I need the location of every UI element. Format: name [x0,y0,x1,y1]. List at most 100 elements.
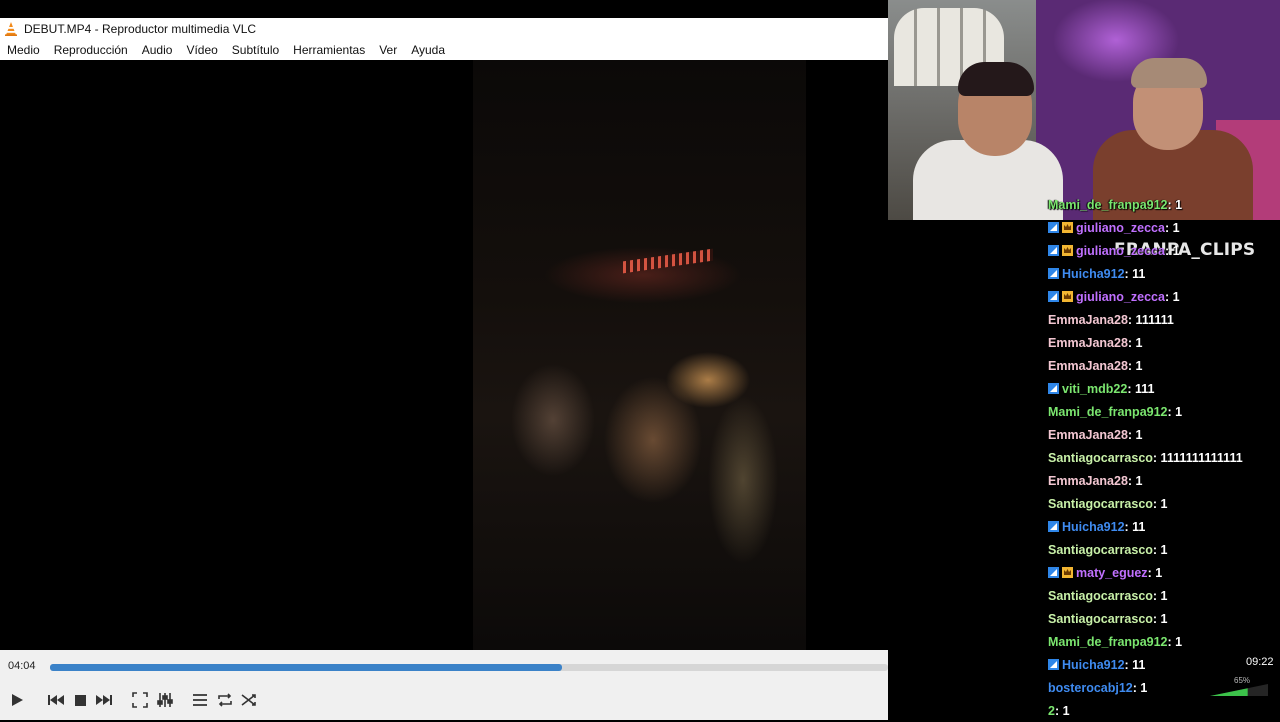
chat-text: : 1 [1164,220,1180,235]
string-lights [623,248,713,274]
menu-reproduccion[interactable]: Reproducción [47,43,135,57]
previous-button[interactable] [46,690,66,710]
vlc-cone-icon [5,22,17,36]
prime-icon [1048,659,1059,670]
chat-message: EmmaJana28 : 1 [1044,469,1280,492]
playback-controls: 04:04 [0,650,888,720]
chat-username[interactable]: Huicha912 [1062,267,1125,281]
chat-username[interactable]: EmmaJana28 [1048,336,1128,350]
chat-text: : 1 [1164,289,1180,304]
chat-message: Santiagocarrasco : 1 [1044,492,1280,515]
chat-text: : 111111 [1127,312,1174,327]
stop-button[interactable] [70,690,90,710]
chat-username[interactable]: maty_eguez [1076,566,1148,580]
chat-username[interactable]: EmmaJana28 [1048,313,1128,327]
chat-text: : 1 [1127,427,1143,442]
menu-ayuda[interactable]: Ayuda [404,43,452,57]
chat-username[interactable]: giuliano_zecca [1076,290,1165,304]
chat-username[interactable]: viti_mdb22 [1062,382,1127,396]
menu-bar: Medio Reproducción Audio Vídeo Subtítulo… [0,40,888,60]
chat-username[interactable]: 2 [1048,704,1055,718]
chat-text: : 1111111111111 [1152,450,1243,465]
menu-medio[interactable]: Medio [0,43,47,57]
next-icon [96,695,112,705]
volume-control[interactable]: 65% [1208,676,1270,698]
shuffle-icon [241,694,256,706]
title-bar: DEBUT.MP4 - Reproductor multimedia VLC [0,18,888,40]
seek-bar[interactable] [50,664,888,671]
streamer-left-hair [958,62,1034,96]
chat-username[interactable]: EmmaJana28 [1048,474,1128,488]
fullscreen-button[interactable] [130,690,150,710]
chat-message: giuliano_zecca : 1 [1044,216,1280,239]
chat-message: Santiagocarrasco : 1111111111111 [1044,446,1280,469]
play-icon [12,694,23,706]
menu-herramientas[interactable]: Herramientas [286,43,372,57]
window-title: DEBUT.MP4 - Reproductor multimedia VLC [24,22,257,36]
chat-username[interactable]: Huicha912 [1062,520,1125,534]
chat-message: EmmaJana28 : 111111 [1044,308,1280,331]
chat-text: : 1 [1127,335,1143,350]
chat-username[interactable]: giuliano_zecca [1076,244,1165,258]
crown-icon [1062,222,1073,233]
menu-video[interactable]: Vídeo [179,43,224,57]
chat-message: Mami_de_franpa912 : 1 [1044,400,1280,423]
chat-text: : 1 [1167,404,1183,419]
chat-overlay: Mami_de_franpa912 : 1 giuliano_zecca : 1g… [1044,193,1280,722]
menu-subtitulo[interactable]: Subtítulo [225,43,286,57]
play-button[interactable] [7,690,27,710]
menu-audio[interactable]: Audio [135,43,180,57]
chat-username[interactable]: bosterocabj12 [1048,681,1133,695]
chat-message: Huicha912 : 11 [1044,653,1280,676]
fullscreen-icon [132,692,148,708]
chat-message: Huicha912 : 11 [1044,262,1280,285]
chat-username[interactable]: Mami_de_franpa912 [1048,405,1168,419]
chat-message: Santiagocarrasco : 1 [1044,538,1280,561]
equalizer-icon [157,693,173,707]
chat-message: Santiagocarrasco : 1 [1044,584,1280,607]
chat-text: : 1 [1167,634,1183,649]
seek-bar-fill [50,664,563,671]
chat-username[interactable]: Mami_de_franpa912 [1048,635,1168,649]
chat-username[interactable]: giuliano_zecca [1076,221,1165,235]
chat-username[interactable]: EmmaJana28 [1048,359,1128,373]
crown-icon [1062,567,1073,578]
chat-message: Santiagocarrasco : 1 [1044,607,1280,630]
chat-username[interactable]: Mami_de_franpa912 [1048,198,1168,212]
chat-username[interactable]: Santiagocarrasco [1048,612,1153,626]
chat-text: : 11 [1124,657,1146,672]
loop-icon [218,693,232,707]
chat-username[interactable]: Santiagocarrasco [1048,497,1153,511]
chat-username[interactable]: Santiagocarrasco [1048,543,1153,557]
chat-message: giuliano_zecca : 1 [1044,285,1280,308]
chat-message: Mami_de_franpa912 : 1 [1044,630,1280,653]
video-area[interactable] [0,60,888,650]
chat-message: Mami_de_franpa912 : 1 [1044,193,1280,216]
prime-icon [1048,567,1059,578]
streamer-right-hair [1131,58,1207,88]
chat-username[interactable]: Santiagocarrasco [1048,451,1153,465]
playlist-button[interactable] [190,690,210,710]
prime-icon [1048,291,1059,302]
chat-username[interactable]: Huicha912 [1062,658,1125,672]
chat-username[interactable]: Santiagocarrasco [1048,589,1153,603]
chat-message: EmmaJana28 : 1 [1044,331,1280,354]
prime-icon [1048,245,1059,256]
vlc-window: DEBUT.MP4 - Reproductor multimedia VLC M… [0,18,888,720]
chat-text: : 1 [1152,611,1168,626]
menu-ver[interactable]: Ver [372,43,404,57]
next-button[interactable] [94,690,114,710]
chat-message: viti_mdb22 : 111 [1044,377,1280,400]
chat-message: Huicha912 : 11 [1044,515,1280,538]
loop-button[interactable] [215,690,235,710]
previous-icon [48,695,64,705]
extended-settings-button[interactable] [155,690,175,710]
shuffle-button[interactable] [239,690,259,710]
chat-message: giuliano_zecca : 1 [1044,239,1280,262]
chat-username[interactable]: EmmaJana28 [1048,428,1128,442]
chat-text: : 1 [1167,197,1183,212]
current-time: 04:04 [8,660,36,672]
volume-label: 65% [1234,676,1251,685]
chat-text: : 1 [1164,243,1180,258]
total-time: 09:22 [1246,656,1274,668]
